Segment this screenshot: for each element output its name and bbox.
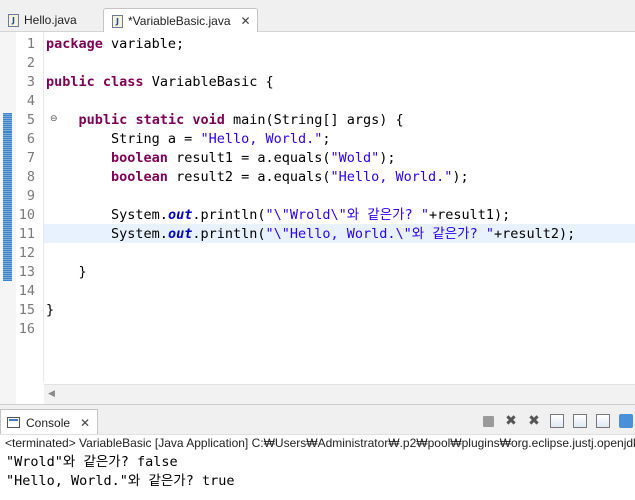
scroll-lock-icon[interactable] <box>548 413 566 429</box>
code-line-6: String a = "Hello, World."; <box>46 130 635 149</box>
line-number: 3 <box>26 74 35 90</box>
line-number: 15 <box>18 302 35 318</box>
tab-label: *VariableBasic.java <box>128 14 231 28</box>
change-indicator <box>3 113 12 132</box>
tab-hello-java[interactable]: J Hello.java <box>0 8 103 32</box>
code-line-8: boolean result2 = a.equals("Hello, World… <box>46 168 635 187</box>
string-literal: "Hello, World." <box>330 169 453 185</box>
string-literal: "Hello, World." <box>200 131 323 147</box>
line-number: 2 <box>26 55 35 71</box>
string-literal: "\"Wrold\"와 같은가? " <box>265 207 429 223</box>
line-number: 9 <box>26 188 35 204</box>
line-number: 6 <box>26 131 35 147</box>
code-line-5: public static void main(String[] args) { <box>46 111 635 130</box>
code-line-3: public class VariableBasic { <box>46 73 635 92</box>
console-view-header: Console ✕ ✖ ✖ <box>0 404 635 435</box>
code-text-segment: ; <box>322 131 331 147</box>
close-icon[interactable]: ✕ <box>241 14 251 28</box>
keyword: boolean <box>111 169 168 185</box>
remove-all-terminated-icon[interactable]: ✖ <box>525 413 543 429</box>
line-number: 11 <box>18 226 35 242</box>
line-number: 12 <box>18 245 35 261</box>
code-text-segment: main(String[] args) { <box>224 112 404 128</box>
string-literal: "\"Hello, World.\"와 같은가? " <box>265 226 494 242</box>
line-number: 16 <box>18 321 35 337</box>
keyword: void <box>192 112 225 128</box>
horizontal-scrollbar[interactable]: ◀ <box>44 384 635 404</box>
tab-variablebasic-java[interactable]: J *VariableBasic.java ✕ <box>103 8 258 33</box>
code-text-segment: ); <box>379 150 396 166</box>
code-text-segment: VariableBasic { <box>143 74 274 90</box>
code-text-segment: System. <box>111 226 168 242</box>
line-number-ruler: 1 2 3 4 5 6 7 8 9 10 11 12 13 14 15 16 ⊖ <box>16 32 58 382</box>
keyword: public <box>46 74 95 90</box>
code-editor[interactable]: 1 2 3 4 5 6 7 8 9 10 11 12 13 14 15 16 ⊖… <box>0 32 635 404</box>
console-output-line: "Hello, World."와 같은가? true <box>6 473 235 489</box>
line-number: 5 <box>26 112 35 128</box>
code-text-segment: String a = <box>111 131 201 147</box>
java-file-icon: J <box>112 14 123 28</box>
keyword: boolean <box>111 150 168 166</box>
code-text-segment: variable; <box>102 36 185 52</box>
code-text-segment: ); <box>452 169 469 185</box>
console-icon <box>7 417 20 428</box>
code-text-segment: .println( <box>192 207 266 223</box>
change-indicator <box>3 132 12 281</box>
code-text-segment: } <box>78 264 87 280</box>
keyword: package <box>46 36 103 52</box>
tab-label: Hello.java <box>24 13 77 27</box>
pin-console-icon[interactable] <box>594 413 612 429</box>
line-number: 8 <box>26 169 35 185</box>
keyword: public <box>78 112 128 128</box>
console-output-line: "Wrold"와 같은가? false <box>6 454 178 470</box>
code-line-1: package variable; <box>46 35 635 54</box>
code-text-segment: +result2); <box>493 226 576 242</box>
code-line-10: System.out.println("\"Wrold\"와 같은가? "+re… <box>46 206 635 225</box>
display-console-icon[interactable] <box>617 413 635 429</box>
line-number: 7 <box>26 150 35 166</box>
line-number: 4 <box>26 93 35 109</box>
code-text-segment: System. <box>111 207 168 223</box>
keyword: static <box>135 112 185 128</box>
word-wrap-icon[interactable] <box>571 413 589 429</box>
static-field: out <box>167 207 193 223</box>
line-number: 10 <box>18 207 35 223</box>
scroll-left-icon[interactable]: ◀ <box>48 389 55 399</box>
remove-launch-icon[interactable]: ✖ <box>502 413 520 429</box>
line-number: 13 <box>18 264 35 280</box>
keyword: class <box>102 74 144 90</box>
console-tab-label: Console <box>26 415 71 430</box>
code-text-segment: +result1); <box>428 207 511 223</box>
annotation-ruler <box>0 32 16 404</box>
code-line-7: boolean result1 = a.equals("Wold"); <box>46 149 635 168</box>
code-line-13: } <box>46 263 635 282</box>
tab-console[interactable]: Console ✕ <box>0 409 98 435</box>
string-literal: "Wold" <box>330 150 380 166</box>
console-process-label: <terminated> VariableBasic [Java Applica… <box>0 434 635 451</box>
editor-tab-bar: J Hello.java J *VariableBasic.java ✕ <box>0 0 635 33</box>
code-text-segment: .println( <box>192 226 266 242</box>
console-toolbar: ✖ ✖ <box>474 413 635 429</box>
code-text-segment: result1 = a.equals( <box>167 150 331 166</box>
close-icon[interactable]: ✕ <box>80 416 90 430</box>
code-line-15: } <box>46 301 635 320</box>
static-field: out <box>167 226 193 242</box>
line-number: 1 <box>26 36 35 52</box>
code-text-segment: } <box>46 302 55 318</box>
java-file-icon: J <box>8 13 19 27</box>
code-text-segment: result2 = a.equals( <box>167 169 331 185</box>
stop-icon[interactable] <box>479 413 497 429</box>
code-line-11: System.out.println("\"Hello, World.\"와 같… <box>46 225 635 244</box>
line-number: 14 <box>18 283 35 299</box>
